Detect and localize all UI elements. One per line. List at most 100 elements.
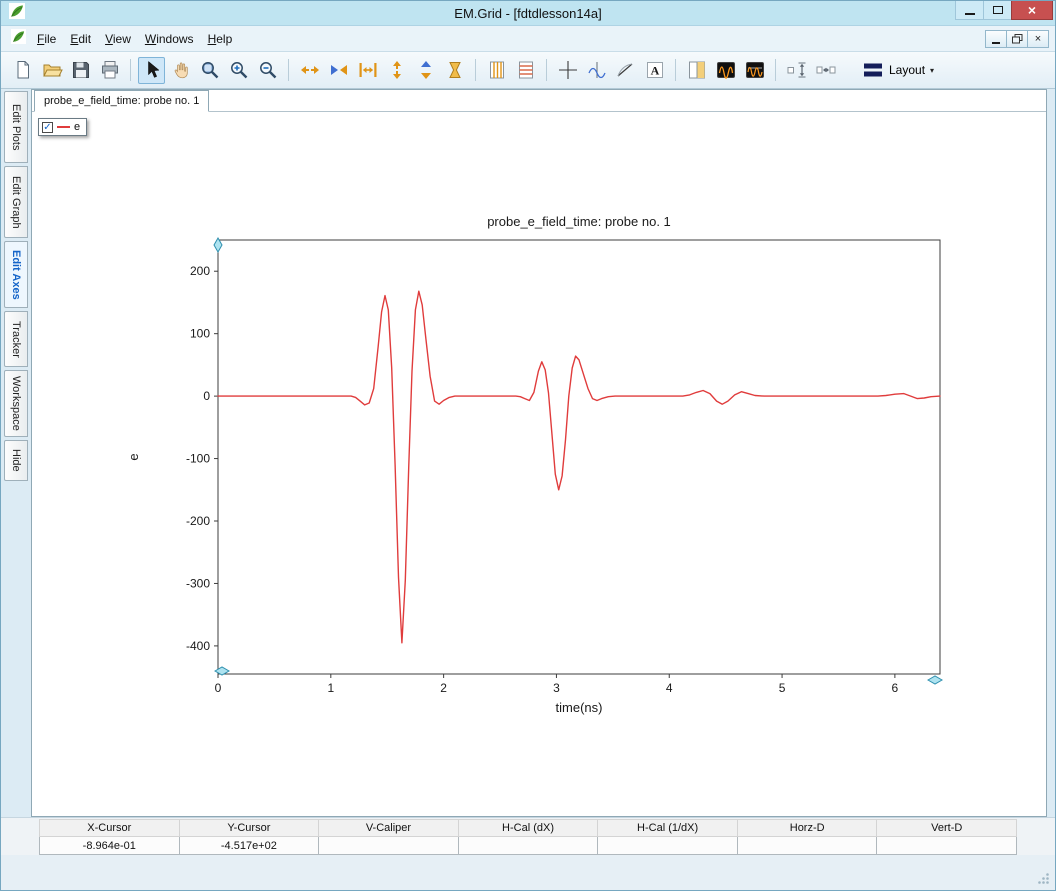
open-button[interactable] <box>38 57 65 84</box>
y-tick-label: 100 <box>190 327 210 341</box>
fit-x-button[interactable] <box>354 57 381 84</box>
x-axis-end-handle[interactable] <box>928 676 942 684</box>
series-e <box>218 291 940 643</box>
y-tick-label: 0 <box>203 389 210 403</box>
zoom-in-button[interactable] <box>225 57 252 84</box>
mdi-close-button[interactable]: × <box>1027 30 1049 48</box>
fit-y-button[interactable] <box>441 57 468 84</box>
sidebar-tabs: Edit Plots Edit Graph Edit Axes Tracker Work… <box>1 89 31 817</box>
fit-y-icon <box>444 59 466 81</box>
crosshair-icon <box>557 59 579 81</box>
new-file-icon <box>12 59 34 81</box>
legend-checkbox[interactable]: ✓ <box>42 122 53 133</box>
toolbar-separator <box>288 59 289 81</box>
zoom-region-button[interactable] <box>196 57 223 84</box>
menu-help[interactable]: Help <box>201 28 240 50</box>
toolbar-separator <box>546 59 547 81</box>
menu-bar-container: FileEditViewWindowsHelp × <box>1 25 1055 51</box>
sidebar-tab-workspace[interactable]: Workspace <box>4 370 28 437</box>
toolbar-separator <box>475 59 476 81</box>
slope-button[interactable] <box>612 57 639 84</box>
menu-windows[interactable]: Windows <box>138 28 201 50</box>
status-value-h-cal-1-dx- <box>598 837 738 855</box>
window-maximize-button[interactable] <box>983 1 1012 20</box>
status-header-y-cursor: Y-Cursor <box>180 819 320 837</box>
h-extent-icon <box>815 59 837 81</box>
y-tick-label: -100 <box>186 452 210 466</box>
sidebar-tab-tracker[interactable]: Tracker <box>4 311 28 367</box>
shift-x-icon <box>328 59 350 81</box>
toolbar-separator <box>675 59 676 81</box>
text-annotation-icon: A <box>644 59 666 81</box>
mdi-restore-button[interactable] <box>1006 30 1028 48</box>
mdi-minimize-button[interactable] <box>985 30 1007 48</box>
sidebar-tab-edit-plots[interactable]: Edit Plots <box>4 91 28 163</box>
status-value-vert-d <box>877 837 1017 855</box>
pointer-icon <box>141 59 163 81</box>
expand-y-button[interactable] <box>383 57 410 84</box>
sidebar-tab-hide[interactable]: Hide <box>4 440 28 481</box>
zoom-region-icon <box>199 59 221 81</box>
status-value-y-cursor: -4.517e+02 <box>180 837 320 855</box>
menu-view[interactable]: View <box>98 28 138 50</box>
toolbar-separator <box>775 59 776 81</box>
zoom-in-icon <box>228 59 250 81</box>
minimize-icon <box>992 42 1000 44</box>
chart-svg[interactable]: probe_e_field_time: probe no. 10123456-4… <box>100 207 960 727</box>
document-tabstrip: probe_e_field_time: probe no. 1 <box>32 90 1046 112</box>
y-tick-label: -400 <box>186 639 210 653</box>
v-extent-button[interactable] <box>783 57 810 84</box>
waveform-overlay-button[interactable] <box>741 57 768 84</box>
maximize-icon <box>993 6 1003 14</box>
x-tick-label: 6 <box>892 681 899 695</box>
status-header-row: X-CursorY-CursorV-CaliperH-Cal (dX)H-Cal… <box>39 819 1017 837</box>
status-header-vert-d: Vert-D <box>877 819 1017 837</box>
print-button[interactable] <box>96 57 123 84</box>
status-value-h-cal-dx- <box>459 837 599 855</box>
x-tick-label: 4 <box>666 681 673 695</box>
document-tab[interactable]: probe_e_field_time: probe no. 1 <box>34 90 209 112</box>
restore-icon <box>1012 34 1023 44</box>
legend-series-line <box>57 126 70 128</box>
save-button[interactable] <box>67 57 94 84</box>
window-minimize-button[interactable] <box>955 1 984 20</box>
shift-y-button[interactable] <box>412 57 439 84</box>
text-annotation-button[interactable]: A <box>641 57 668 84</box>
sidebar-tab-edit-axes[interactable]: Edit Axes <box>4 241 28 308</box>
menu-edit[interactable]: Edit <box>63 28 98 50</box>
window-title: EM.Grid - [fdtdlesson14a] <box>1 6 1055 21</box>
status-bar: X-CursorY-CursorV-CaliperH-Cal (dX)H-Cal… <box>1 817 1055 855</box>
y-tick-label: -300 <box>186 576 210 590</box>
expand-x-button[interactable] <box>296 57 323 84</box>
horizontal-markers-icon <box>515 59 537 81</box>
status-value-row: -8.964e-01-4.517e+02 <box>39 837 1017 855</box>
layout-button-label: Layout <box>889 63 925 77</box>
status-header-h-cal-1-dx-: H-Cal (1/dX) <box>598 819 738 837</box>
h-extent-button[interactable] <box>812 57 839 84</box>
waveform-window-button[interactable] <box>712 57 739 84</box>
pointer-tool-button[interactable] <box>138 57 165 84</box>
waveform-overlay-icon <box>744 59 766 81</box>
status-header-v-caliper: V-Caliper <box>319 819 459 837</box>
legend-box: ✓ e <box>38 118 87 136</box>
menu-file[interactable]: File <box>30 28 63 50</box>
status-header-x-cursor: X-Cursor <box>39 819 180 837</box>
horizontal-markers-button[interactable] <box>512 57 539 84</box>
dropdown-caret-icon: ▾ <box>930 66 934 75</box>
new-button[interactable] <box>9 57 36 84</box>
resize-grip[interactable] <box>1037 872 1050 885</box>
shift-x-button[interactable] <box>325 57 352 84</box>
slope-icon <box>615 59 637 81</box>
layout-button[interactable]: Layout ▾ <box>853 57 943 84</box>
trace-cursor-button[interactable] <box>583 57 610 84</box>
pan-tool-button[interactable] <box>167 57 194 84</box>
sidebar-tab-edit-graph[interactable]: Edit Graph <box>4 166 28 238</box>
trace-cursor-icon <box>586 59 608 81</box>
zoom-out-button[interactable] <box>254 57 281 84</box>
vertical-markers-button[interactable] <box>483 57 510 84</box>
window-close-button[interactable]: × <box>1011 1 1053 20</box>
split-view-button[interactable] <box>683 57 710 84</box>
legend-series-label: e <box>74 121 80 133</box>
crosshair-button[interactable] <box>554 57 581 84</box>
close-icon: × <box>1028 2 1036 18</box>
